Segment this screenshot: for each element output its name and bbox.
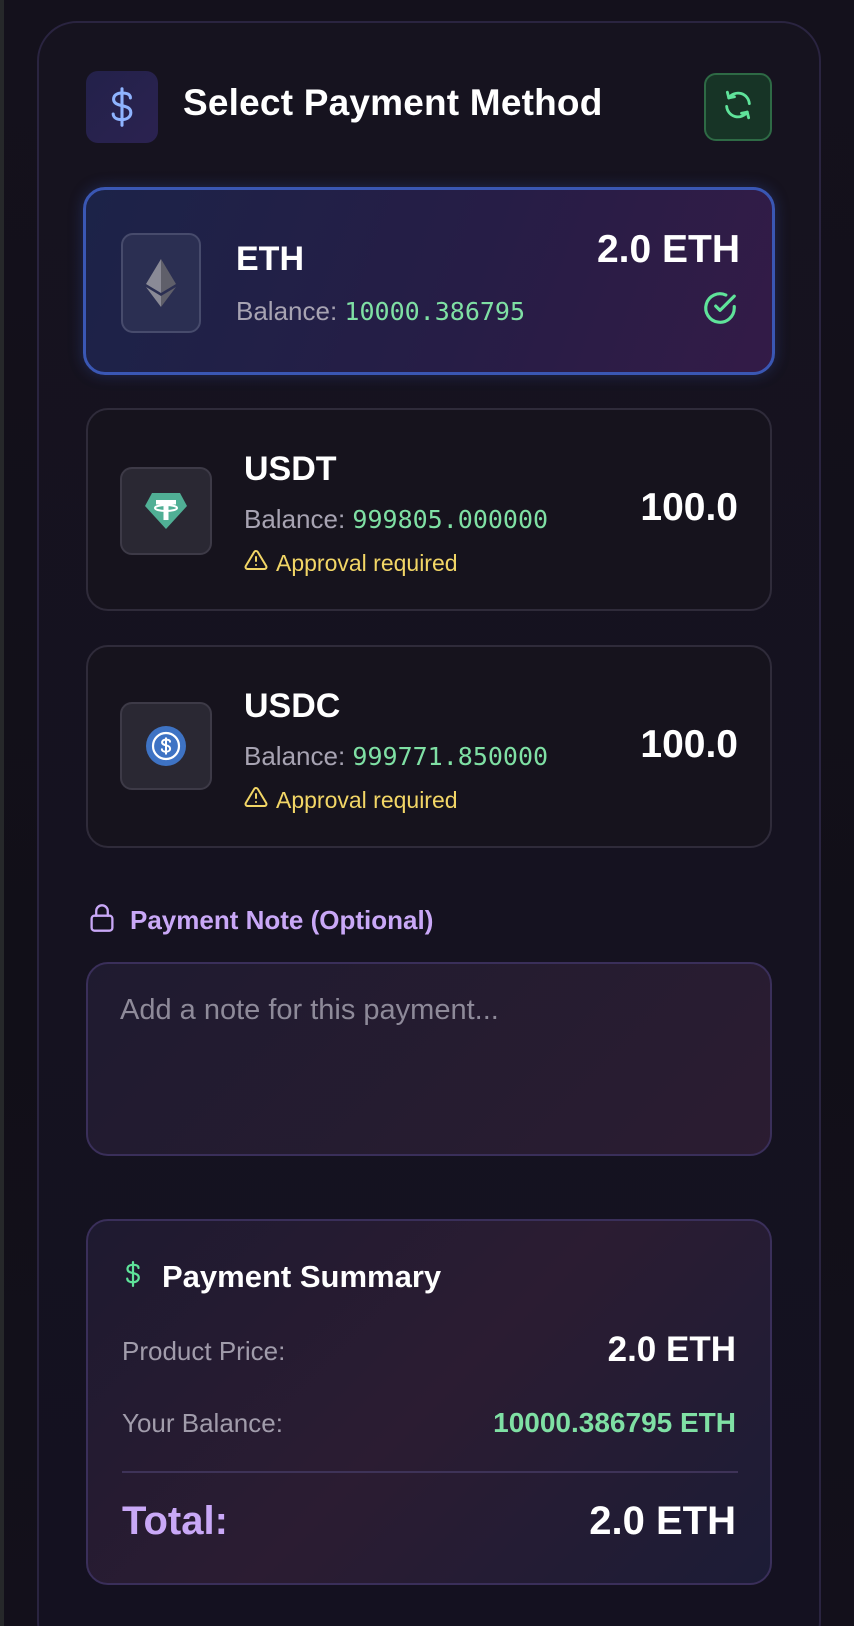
method-symbol: ETH [236, 240, 304, 278]
method-balance: Balance: 10000.386795 [236, 296, 525, 327]
balance-value: 999771.850000 [352, 742, 549, 771]
method-amount: 100.0 [640, 723, 738, 766]
method-balance: Balance: 999805.000000 [244, 504, 548, 535]
payment-note-input[interactable] [86, 962, 772, 1156]
balance-value: 10000.386795 [344, 297, 526, 326]
method-symbol: USDT [244, 450, 337, 488]
refresh-button[interactable] [704, 73, 772, 141]
summary-divider [122, 1471, 738, 1473]
window-edge [0, 0, 4, 1626]
lock-icon [88, 903, 116, 938]
payment-method-eth[interactable]: ETH Balance: 10000.386795 2.0 ETH [83, 187, 775, 375]
payment-method-usdc[interactable]: USDC Balance: 999771.850000 Approval req… [86, 645, 772, 848]
approval-warning: Approval required [244, 548, 458, 578]
balance-label: Balance: [244, 504, 346, 534]
note-label-text: Payment Note (Optional) [130, 905, 434, 935]
note-label: Payment Note (Optional) [88, 903, 433, 938]
method-amount: 2.0 ETH [596, 228, 740, 271]
your-balance-value: 10000.386795 ETH [493, 1407, 736, 1438]
ethereum-icon [121, 233, 201, 333]
refresh-icon [721, 88, 755, 127]
warning-icon [244, 785, 268, 815]
page-title: Select Payment Method [183, 82, 603, 123]
warning-icon [244, 548, 268, 578]
total-value: 2.0 ETH [589, 1499, 736, 1543]
method-symbol: USDC [244, 687, 341, 725]
product-price-label: Product Price: [122, 1336, 286, 1366]
approval-text: Approval required [276, 786, 458, 813]
method-balance: Balance: 999771.850000 [244, 741, 548, 772]
summary-header: Payment Summary [122, 1257, 441, 1296]
dollar-icon [122, 1257, 144, 1296]
tether-icon [120, 467, 212, 555]
payment-summary: Payment Summary Product Price: 2.0 ETH Y… [86, 1219, 772, 1585]
balance-label: Balance: [236, 296, 338, 326]
your-balance-label: Your Balance: [122, 1408, 283, 1438]
dollar-icon [86, 71, 158, 143]
usdc-icon [120, 702, 212, 790]
approval-warning: Approval required [244, 785, 458, 815]
payment-method-usdt[interactable]: USDT Balance: 999805.000000 Approval req… [86, 408, 772, 611]
method-amount: 100.0 [640, 486, 738, 529]
summary-title: Payment Summary [162, 1258, 442, 1294]
balance-value: 999805.000000 [352, 505, 549, 534]
total-label: Total: [122, 1499, 228, 1543]
check-circle-icon [701, 289, 739, 332]
payment-page: Select Payment Method ETH Balance: 10000… [0, 0, 854, 1626]
product-price-value: 2.0 ETH [607, 1330, 736, 1369]
balance-label: Balance: [244, 741, 346, 771]
approval-text: Approval required [276, 549, 458, 576]
